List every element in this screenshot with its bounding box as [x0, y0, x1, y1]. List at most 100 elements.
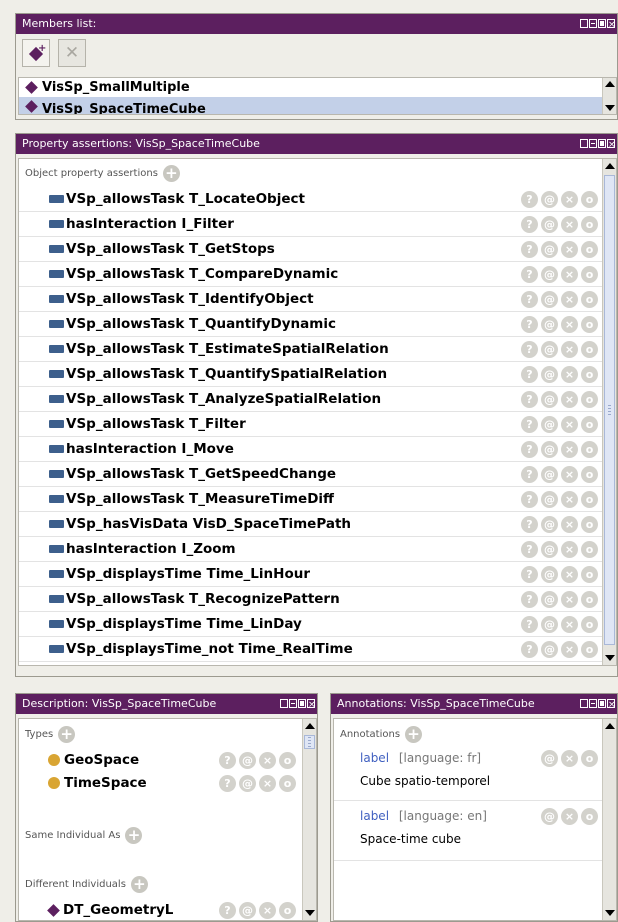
annotate-button[interactable]: @: [541, 566, 558, 583]
float-icon[interactable]: [580, 699, 588, 708]
delete-button[interactable]: ×: [561, 566, 578, 583]
edit-button[interactable]: o: [279, 752, 296, 769]
delete-button[interactable]: ×: [259, 902, 276, 919]
annotate-button[interactable]: @: [541, 366, 558, 383]
edit-button[interactable]: o: [581, 808, 598, 825]
delete-individual-button[interactable]: ✕: [58, 39, 86, 67]
minimize-icon[interactable]: [589, 19, 597, 28]
annotate-button[interactable]: @: [541, 541, 558, 558]
annotations-scrollbar[interactable]: [602, 719, 616, 920]
annotate-button[interactable]: @: [541, 750, 558, 767]
maximize-icon[interactable]: [598, 699, 606, 708]
annotate-button[interactable]: @: [541, 316, 558, 333]
annotate-button[interactable]: @: [541, 341, 558, 358]
scroll-up-icon[interactable]: [605, 723, 615, 729]
help-button[interactable]: ?: [521, 641, 538, 658]
annotation-property[interactable]: label: [360, 751, 389, 765]
delete-button[interactable]: ×: [561, 241, 578, 258]
help-button[interactable]: ?: [521, 541, 538, 558]
scroll-down-icon[interactable]: [605, 910, 615, 916]
scroll-up-icon[interactable]: [605, 81, 615, 87]
edit-button[interactable]: o: [581, 441, 598, 458]
annotate-button[interactable]: @: [541, 266, 558, 283]
property-scrollbar[interactable]: [602, 159, 616, 665]
annotate-button[interactable]: @: [541, 441, 558, 458]
annotate-button[interactable]: @: [541, 416, 558, 433]
property-row[interactable]: VSp_allowsTask T_Filter? @ × o: [19, 412, 602, 437]
edit-button[interactable]: o: [581, 291, 598, 308]
annotate-button[interactable]: @: [541, 808, 558, 825]
delete-button[interactable]: ×: [561, 808, 578, 825]
description-scrollbar[interactable]: [302, 719, 316, 920]
help-button[interactable]: ?: [521, 241, 538, 258]
help-button[interactable]: ?: [219, 775, 236, 792]
edit-button[interactable]: o: [581, 466, 598, 483]
annotate-button[interactable]: @: [239, 775, 256, 792]
delete-button[interactable]: ×: [259, 752, 276, 769]
help-button[interactable]: ?: [521, 316, 538, 333]
add-annotation-button[interactable]: +: [405, 726, 423, 743]
edit-button[interactable]: o: [581, 491, 598, 508]
add-object-property-button[interactable]: +: [162, 165, 180, 182]
scroll-down-icon[interactable]: [605, 655, 615, 661]
property-row[interactable]: VSp_allowsTask T_AnalyzeSpatialRelation?…: [19, 387, 602, 412]
property-row[interactable]: VSp_displaysTime Time_LinHour? @ × o: [19, 562, 602, 587]
property-row[interactable]: VSp_allowsTask T_QuantifyDynamic? @ × o: [19, 312, 602, 337]
annotate-button[interactable]: @: [541, 291, 558, 308]
property-row[interactable]: VSp_allowsTask T_GetStops? @ × o: [19, 237, 602, 262]
edit-button[interactable]: o: [581, 241, 598, 258]
property-row[interactable]: VSp_allowsTask T_QuantifySpatialRelation…: [19, 362, 602, 387]
different-individual-row[interactable]: DT_GeometryL ? @ × o: [19, 899, 302, 920]
minimize-icon[interactable]: [589, 699, 597, 708]
property-row[interactable]: hasInteraction I_Filter? @ × o: [19, 212, 602, 237]
help-button[interactable]: ?: [521, 441, 538, 458]
help-button[interactable]: ?: [521, 291, 538, 308]
property-row[interactable]: VSp_allowsTask T_LocateObject? @ × o: [19, 187, 602, 212]
property-row[interactable]: VSp_allowsTask T_IdentifyObject? @ × o: [19, 287, 602, 312]
edit-button[interactable]: o: [581, 391, 598, 408]
annotate-button[interactable]: @: [541, 391, 558, 408]
members-scrollbar[interactable]: [602, 78, 616, 114]
property-row[interactable]: VSp_allowsTask T_CompareDynamic? @ × o: [19, 262, 602, 287]
help-button[interactable]: ?: [521, 191, 538, 208]
help-button[interactable]: ?: [521, 466, 538, 483]
add-individual-button[interactable]: +: [22, 39, 50, 67]
delete-button[interactable]: ×: [561, 191, 578, 208]
help-button[interactable]: ?: [219, 752, 236, 769]
annotate-button[interactable]: @: [239, 902, 256, 919]
minimize-icon[interactable]: [589, 139, 597, 148]
delete-button[interactable]: ×: [561, 491, 578, 508]
delete-button[interactable]: ×: [561, 750, 578, 767]
annotation-item[interactable]: label [language: en] Space-time cube @ × o: [334, 805, 602, 861]
type-row[interactable]: TimeSpace ? @ × o: [19, 772, 302, 794]
close-icon[interactable]: [307, 695, 316, 714]
edit-button[interactable]: o: [581, 616, 598, 633]
edit-button[interactable]: o: [581, 516, 598, 533]
scroll-down-icon[interactable]: [305, 910, 315, 916]
edit-button[interactable]: o: [581, 591, 598, 608]
edit-button[interactable]: o: [279, 775, 296, 792]
help-button[interactable]: ?: [521, 216, 538, 233]
scroll-thumb[interactable]: [604, 175, 615, 645]
annotate-button[interactable]: @: [541, 591, 558, 608]
delete-button[interactable]: ×: [561, 591, 578, 608]
scroll-up-icon[interactable]: [605, 163, 615, 169]
property-row[interactable]: VSp_allowsTask T_GetSpeedChange? @ × o: [19, 462, 602, 487]
annotate-button[interactable]: @: [541, 216, 558, 233]
annotate-button[interactable]: @: [541, 641, 558, 658]
delete-button[interactable]: ×: [561, 266, 578, 283]
maximize-icon[interactable]: [598, 139, 606, 148]
edit-button[interactable]: o: [581, 366, 598, 383]
float-icon[interactable]: [580, 19, 588, 28]
edit-button[interactable]: o: [581, 541, 598, 558]
annotate-button[interactable]: @: [541, 616, 558, 633]
add-different-individual-button[interactable]: +: [130, 876, 148, 893]
help-button[interactable]: ?: [521, 516, 538, 533]
type-row[interactable]: GeoSpace ? @ × o: [19, 749, 302, 771]
edit-button[interactable]: o: [581, 750, 598, 767]
delete-button[interactable]: ×: [561, 216, 578, 233]
delete-button[interactable]: ×: [259, 775, 276, 792]
annotate-button[interactable]: @: [239, 752, 256, 769]
float-icon[interactable]: [580, 139, 588, 148]
help-button[interactable]: ?: [521, 266, 538, 283]
